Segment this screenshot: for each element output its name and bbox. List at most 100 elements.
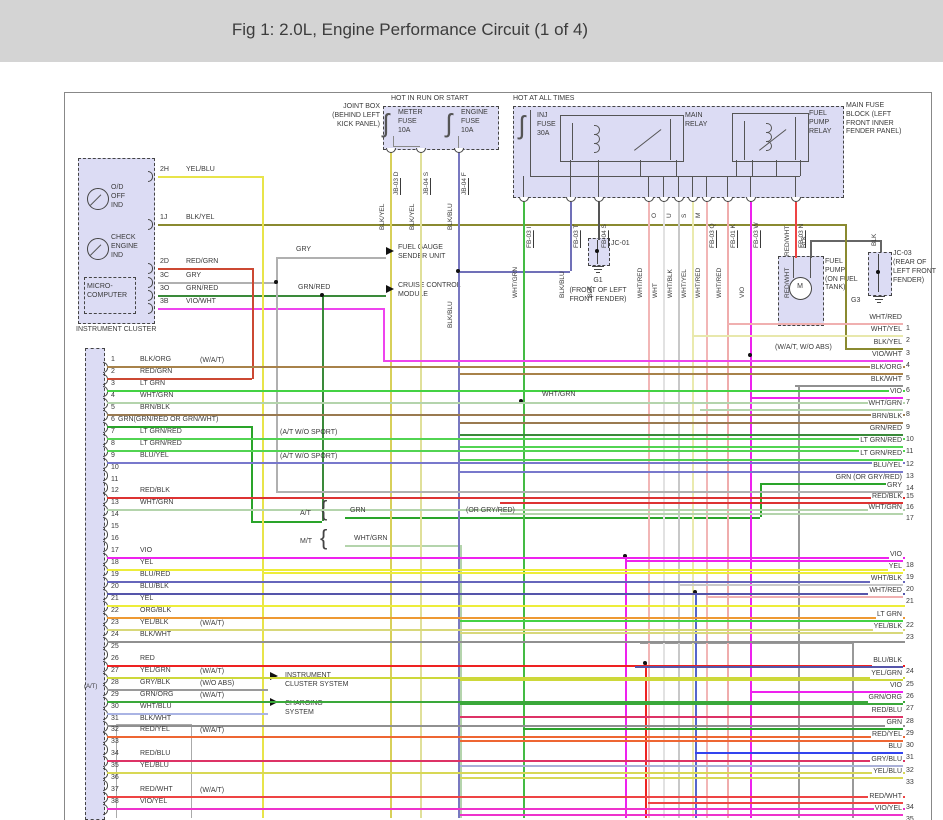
wire — [635, 666, 903, 668]
wire — [107, 796, 905, 798]
right-pin-number: 19 — [906, 574, 914, 581]
wire — [460, 471, 903, 473]
wire — [500, 513, 903, 515]
ground-icon — [873, 296, 885, 297]
left-pin-number: 25 — [111, 643, 119, 650]
left-pin-number: 2 — [111, 368, 115, 375]
left-pin-number: 14 — [111, 511, 119, 518]
wire-color-label: YEL/GRN — [870, 670, 903, 679]
ground-icon — [596, 272, 600, 273]
wire-color-label: WHT/RED — [636, 212, 645, 298]
wire — [692, 335, 903, 337]
right-pin-number: 4 — [906, 362, 910, 369]
wire — [795, 385, 903, 387]
wire-color-label: BLK/ORG — [140, 356, 171, 365]
wire — [107, 760, 905, 762]
wire-color-label: BLK/WHT — [140, 715, 171, 724]
wire — [107, 414, 905, 416]
hot-at-all-times-note: HOT AT ALL TIMES — [513, 95, 623, 104]
left-pin-number: 32 — [111, 726, 119, 733]
wire-color-label: WHT — [651, 212, 660, 298]
wire-label: RED/WHT — [783, 206, 792, 256]
junction-dot — [274, 280, 278, 284]
wire-color-label: GRY — [186, 272, 201, 281]
wire-color-label: YEL — [888, 563, 903, 572]
wire — [845, 348, 903, 350]
wire-color-label: GRY — [886, 482, 903, 491]
wire-color-label: BLU/BLK — [140, 583, 169, 592]
arrow-icon — [386, 285, 394, 293]
right-pin-number: 34 — [906, 804, 914, 811]
wire-color-label: WHT/GRN — [868, 400, 903, 409]
ground-icon — [875, 299, 883, 300]
wire — [523, 728, 903, 730]
wire — [852, 642, 854, 818]
left-pin-number: 37 — [111, 786, 119, 793]
wire-color-label: RED/WHT — [868, 793, 903, 802]
relay-stub — [640, 160, 641, 176]
wire — [420, 148, 422, 818]
right-pin-number: 13 — [906, 473, 914, 480]
wire-note: (W/A/T) — [200, 692, 224, 701]
wire-color-label: RED/BLU — [871, 707, 903, 716]
wire-color-label: VIO/WHT — [871, 351, 903, 360]
wire-color-label: GRN/ORG — [140, 691, 173, 700]
wire — [500, 502, 903, 504]
right-pin-number: 23 — [906, 634, 914, 641]
wire-color-label: WHT/YEL — [870, 326, 903, 335]
relay-stub — [800, 160, 801, 176]
jc03-location: (REAR OF LEFT FRONT FENDER) — [893, 259, 939, 285]
wire-label: BLK — [870, 216, 879, 246]
right-pin-number: 32 — [906, 767, 914, 774]
wire-color-label: WHT/BLK — [870, 575, 903, 584]
page-title: Fig 1: 2.0L, Engine Performance Circuit … — [0, 20, 820, 40]
left-pin-number: 22 — [111, 607, 119, 614]
pump-stub — [793, 256, 794, 278]
pin-code: 3O — [160, 285, 169, 294]
wire-color-label: WHT/GRN — [140, 392, 173, 401]
wire-color-label: BLK/BLU — [558, 212, 567, 298]
inj-fuse-icon — [519, 112, 525, 138]
wire-color-label: WHT/GRN — [511, 212, 520, 298]
wire — [107, 390, 905, 392]
ground-icon — [592, 266, 604, 267]
pin-code: 3B — [160, 298, 169, 307]
wire — [262, 572, 903, 574]
right-pin-number: 35 — [906, 816, 914, 820]
pin-connector-label: JB-03 D — [392, 153, 401, 195]
check-engine-indicator-icon — [87, 238, 109, 260]
wire-color-label: GRN/ORG — [868, 694, 903, 703]
arrow-icon — [386, 247, 394, 255]
right-pin-number: 16 — [906, 504, 914, 511]
left-pin-number: 33 — [111, 738, 119, 745]
right-pin-number: 7 — [906, 399, 910, 406]
pin-code: 2D — [160, 258, 169, 267]
relay-stub — [752, 160, 753, 176]
wire — [460, 777, 903, 779]
wire — [460, 716, 903, 718]
wire-color-label: LT GRN/RED — [859, 437, 903, 446]
meter-fuse-label: METER FUSE 10A — [398, 109, 426, 135]
pin-connector-label: FB-03 T — [572, 204, 581, 248]
wire-color-label: BLK/YEL — [408, 158, 417, 230]
right-pin-number: 24 — [906, 668, 914, 675]
jc03-connector-box — [868, 252, 892, 296]
pin-connector-label: JB-04 S — [422, 153, 431, 195]
wire-color-label: BRN/BLK — [140, 404, 170, 413]
wire — [460, 620, 903, 622]
wire — [107, 462, 905, 464]
wire — [648, 802, 903, 804]
right-pin-number: 3 — [906, 350, 910, 357]
wire-color-label: BLK/YEL — [873, 339, 903, 348]
wire — [695, 592, 697, 818]
wire — [107, 581, 905, 583]
wire-color-label: LT GRN/RED — [859, 450, 903, 459]
left-pin-number: 9 — [111, 452, 115, 459]
title-bar: Fig 1: 2.0L, Engine Performance Circuit … — [0, 0, 943, 62]
wire-label: WHT/GRN — [542, 391, 575, 400]
wire-color-label: BLK/WHT — [140, 631, 171, 640]
wire-color-label: RED/YEL — [140, 726, 170, 735]
wire — [460, 446, 903, 448]
wiring-diagram-page: Fig 1: 2.0L, Engine Performance Circuit … — [0, 0, 943, 820]
right-pin-number: 1 — [906, 325, 910, 332]
